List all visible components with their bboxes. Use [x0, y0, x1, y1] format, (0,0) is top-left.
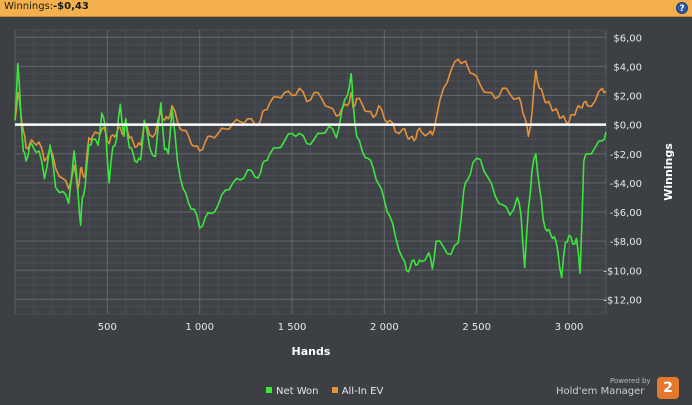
y-tick-label: $2,00 — [613, 92, 642, 103]
x-tick-label: 2 500 — [462, 322, 491, 333]
legend-item-all-in-ev[interactable]: All-In EV — [331, 386, 384, 397]
winnings-chart: $6,00 $4,00 $2,00 $0,00 -$2,00 -$4,00 -$6,00 -$… — [14, 29, 675, 358]
x-axis-title: Hands — [292, 345, 331, 358]
y-tick-label: -$12,00 — [603, 295, 642, 306]
legend-swatch-all-in-ev — [331, 387, 338, 393]
x-tick-label: 500 — [98, 322, 117, 333]
x-tick-label: 3 000 — [555, 322, 584, 333]
y-tick-label: -$4,00 — [610, 179, 642, 190]
y-tick-label: -$6,00 — [610, 208, 642, 219]
x-tick-label: 1 500 — [278, 322, 307, 333]
legend-label-all-in-ev: All-In EV — [341, 386, 384, 397]
powered-by-text: Powered by — [610, 377, 651, 385]
y-axis-title: Winnings — [662, 143, 675, 201]
x-tick-label: 1 000 — [185, 322, 214, 333]
y-tick-label: -$2,00 — [610, 150, 642, 161]
y-tick-label: -$8,00 — [610, 237, 642, 248]
y-tick-label: $6,00 — [613, 33, 642, 44]
brand-name: Hold'em Manager — [556, 386, 645, 397]
y-tick-label: -$10,00 — [603, 266, 642, 277]
y-tick-label: $0,00 — [613, 121, 642, 132]
legend-item-net-won[interactable]: Net Won — [266, 386, 319, 397]
y-tick-label: $4,00 — [613, 62, 642, 73]
x-tick-label: 2 000 — [370, 322, 399, 333]
legend: Net Won All-In EV — [266, 386, 393, 397]
brand-logo: 2 — [657, 377, 679, 399]
legend-label-net-won: Net Won — [276, 386, 319, 397]
legend-swatch-net-won — [266, 387, 272, 393]
